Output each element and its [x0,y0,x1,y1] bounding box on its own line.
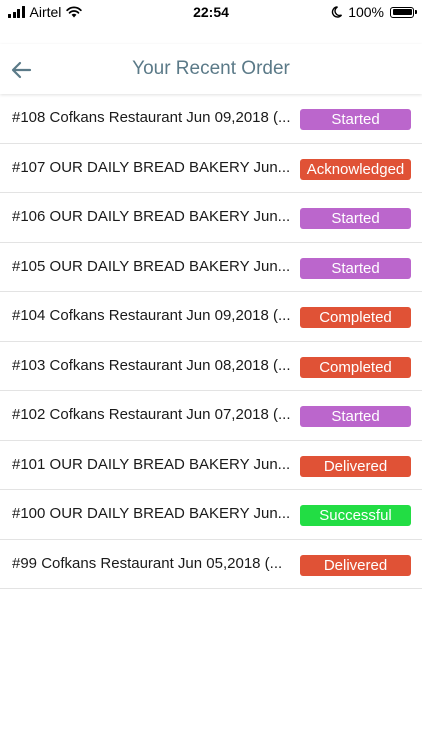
order-row[interactable]: #105 OUR DAILY BREAD BAKERY Jun... Start… [0,243,422,292]
status-badge: Completed [300,307,411,328]
order-row[interactable]: #103 Cofkans Restaurant Jun 08,2018 (...… [0,342,422,391]
order-row[interactable]: #106 OUR DAILY BREAD BAKERY Jun... Start… [0,193,422,243]
order-text: #107 OUR DAILY BREAD BAKERY Jun... [12,158,291,176]
status-badge: Started [300,257,411,279]
order-text: #99 Cofkans Restaurant Jun 05,2018 (... [12,554,283,572]
order-row[interactable]: #107 OUR DAILY BREAD BAKERY Jun... Ackno… [0,144,422,193]
order-row[interactable]: #100 OUR DAILY BREAD BAKERY Jun... Succe… [0,490,422,540]
order-text: #101 OUR DAILY BREAD BAKERY Jun... [12,455,291,473]
status-bar: Airtel 22:54 100% [0,0,422,24]
navigation-bar: Your Recent Order [0,44,422,94]
order-text: #100 OUR DAILY BREAD BAKERY Jun... [12,505,291,522]
order-text: #103 Cofkans Restaurant Jun 08,2018 (... [12,356,291,374]
status-badge: Started [300,406,411,427]
status-badge: Delivered [300,554,411,576]
order-row[interactable]: #99 Cofkans Restaurant Jun 05,2018 (... … [0,540,422,589]
order-text: #104 Cofkans Restaurant Jun 09,2018 (... [12,307,291,324]
status-badge: Started [300,208,411,229]
order-list: #108 Cofkans Restaurant Jun 09,2018 (...… [0,94,422,589]
order-text: #102 Cofkans Restaurant Jun 07,2018 (... [12,406,291,423]
moon-icon [332,6,343,18]
page-title: Your Recent Order [132,58,290,79]
order-row[interactable]: #102 Cofkans Restaurant Jun 07,2018 (...… [0,391,422,441]
status-right: 100% [331,4,417,20]
order-text: #105 OUR DAILY BREAD BAKERY Jun... [12,257,291,275]
status-badge: Started [300,109,411,130]
status-badge: Acknowledged [300,158,411,180]
status-badge: Delivered [300,455,411,477]
order-row[interactable]: #101 OUR DAILY BREAD BAKERY Jun... Deliv… [0,441,422,490]
order-row[interactable]: #104 Cofkans Restaurant Jun 09,2018 (...… [0,292,422,342]
order-text: #106 OUR DAILY BREAD BAKERY Jun... [12,208,291,225]
order-row[interactable]: #108 Cofkans Restaurant Jun 09,2018 (...… [0,94,422,144]
order-text: #108 Cofkans Restaurant Jun 09,2018 (... [12,109,291,126]
battery-percent: 100% [348,4,384,20]
status-badge: Completed [300,356,411,378]
battery-icon [390,6,417,18]
status-badge: Successful [300,505,411,526]
